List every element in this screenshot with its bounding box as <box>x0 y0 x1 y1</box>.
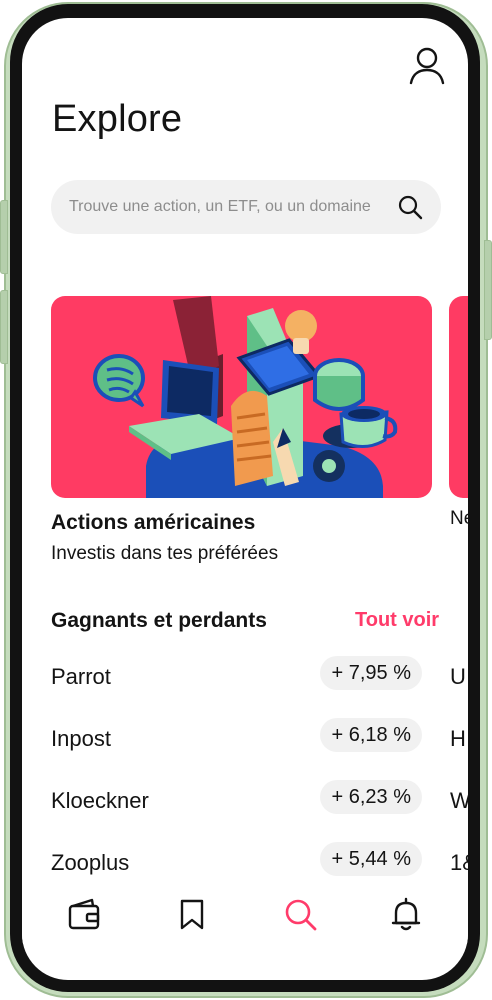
next-featured-card[interactable] <box>449 296 468 498</box>
mover-row[interactable]: Zooplus + 5,44 % 1& <box>22 842 468 882</box>
user-icon <box>409 47 445 85</box>
bookmark-icon <box>180 899 204 930</box>
next-featured-card-title: Ne <box>450 508 468 529</box>
nav-item-notifications[interactable] <box>388 896 424 932</box>
change-badge: + 6,23 % <box>320 780 422 814</box>
nav-item-explore[interactable] <box>282 896 318 932</box>
change-badge: + 7,95 % <box>320 656 422 690</box>
page-title: Explore <box>52 98 183 140</box>
stock-name: Zooplus <box>51 850 130 875</box>
search-icon[interactable] <box>397 194 423 220</box>
bottom-nav <box>22 884 468 944</box>
next-column-stock-name: W <box>450 788 468 813</box>
profile-button[interactable] <box>408 46 446 86</box>
featured-card-subtitle: Investis dans tes préférées <box>51 543 279 564</box>
movers-section-title: Gagnants et perdants <box>51 609 267 632</box>
nav-item-watchlist[interactable] <box>174 896 210 932</box>
device-side-button <box>0 290 8 364</box>
nav-item-wallet[interactable] <box>66 896 102 932</box>
search-bar[interactable] <box>51 180 441 234</box>
next-column-stock-name: H <box>450 726 466 751</box>
stock-name: Parrot <box>51 664 111 689</box>
change-badge: + 5,44 % <box>320 842 422 876</box>
next-column-stock-name: U <box>450 664 466 689</box>
featured-card-title: Actions américaines <box>51 511 256 534</box>
stock-name: Kloeckner <box>51 788 149 813</box>
stock-name: Inpost <box>51 726 111 751</box>
search-input[interactable] <box>69 180 379 234</box>
next-column-stock-name: 1& <box>450 850 468 875</box>
device-side-button <box>484 240 492 340</box>
see-all-link[interactable]: Tout voir <box>355 609 439 632</box>
mover-row[interactable]: Inpost + 6,18 % H <box>22 718 468 758</box>
change-badge: + 6,18 % <box>320 718 422 752</box>
bell-icon <box>391 897 421 931</box>
search-icon <box>285 899 317 931</box>
featured-card-illustration <box>93 296 398 498</box>
mover-row[interactable]: Kloeckner + 6,23 % W <box>22 780 468 820</box>
device-side-button <box>0 200 8 274</box>
mover-row[interactable]: Parrot + 7,95 % U <box>22 656 468 696</box>
featured-card[interactable] <box>51 296 432 498</box>
app-screen: Explore Trouve une action, un ETF, ou un… <box>22 18 468 980</box>
wallet-icon <box>68 898 100 930</box>
